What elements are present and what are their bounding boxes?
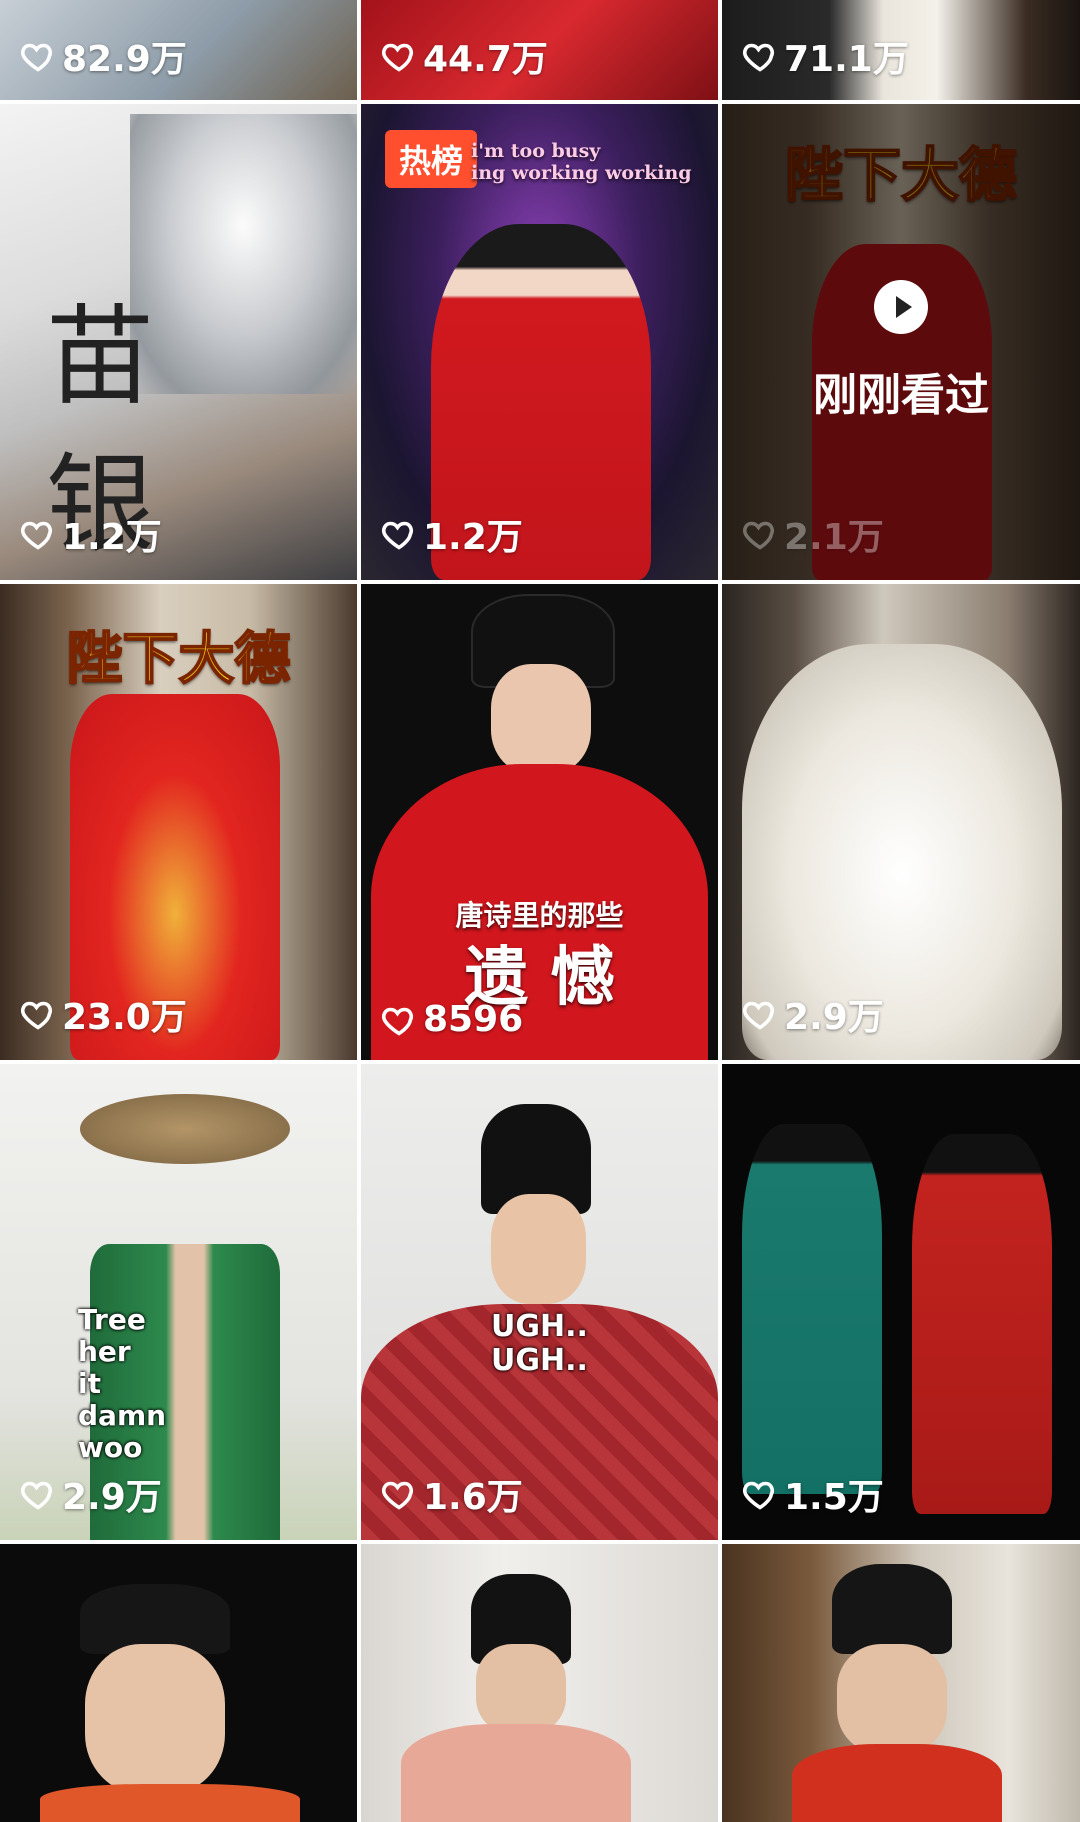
video-tile[interactable]: 唐诗里的那些 遗 憾 8596 [361,584,718,1060]
video-tile[interactable]: 44.7万 [361,0,718,100]
heart-icon [381,43,414,72]
heart-icon [381,1007,414,1036]
heart-icon [381,521,414,550]
video-tile[interactable] [361,1544,718,1822]
black-hat [832,1564,952,1654]
face [85,1644,225,1794]
heart-icon [381,1481,414,1510]
face [491,664,591,774]
video-caption: UGH.. UGH.. [491,1309,588,1378]
heart-icon [742,1001,775,1030]
video-tile[interactable]: 陛下大德 23.0万 [0,584,357,1060]
orange-robe [40,1784,300,1822]
video-tile[interactable]: Tree her it damn woo 2.9万 [0,1064,357,1540]
heart-icon [20,1001,53,1030]
pink-robe [401,1724,631,1822]
face [491,1194,586,1304]
teal-robe-figure [742,1124,882,1494]
face [476,1644,566,1734]
heart-icon [742,1481,775,1510]
video-caption: 陛下大德 [66,626,292,693]
heart-icon [742,521,775,550]
like-count: 82.9万 [20,30,187,82]
red-robe-figure [912,1134,1052,1514]
heart-icon [20,1481,53,1510]
video-tile[interactable]: UGH.. UGH.. 1.6万 [361,1064,718,1540]
like-count: 2.9万 [742,988,884,1040]
hot-list-badge: 热榜 [385,130,478,188]
like-count: 1.6万 [381,1468,523,1520]
like-count: 2.9万 [20,1468,162,1520]
recently-watched-label: 刚刚看过 [813,370,989,421]
heart-icon [20,521,53,550]
like-count: 44.7万 [381,30,548,82]
silver-headdress [130,114,357,394]
like-count: 2.1万 [742,508,884,560]
video-tile[interactable]: 陛下大德 刚刚看过 2.1万 [722,104,1080,580]
like-count: 1.5万 [742,1468,884,1520]
video-tile[interactable] [722,1544,1080,1822]
video-caption: i'm too busy ing working working [471,140,692,184]
heart-icon [742,43,775,72]
straw-hat [80,1094,290,1164]
video-tile[interactable]: 苗 银 1.2万 [0,104,357,580]
like-count: 8596 [381,999,523,1040]
like-count: 23.0万 [20,988,187,1040]
like-count: 71.1万 [742,30,909,82]
video-tile[interactable]: 热榜 i'm too busy ing working working 1.2万 [361,104,718,580]
play-icon[interactable] [874,280,928,334]
video-tile[interactable] [0,1544,357,1822]
video-tile[interactable]: 2.9万 [722,584,1080,1060]
red-robe [792,1744,1002,1822]
video-caption: Tree her it damn woo [78,1303,167,1464]
video-tile[interactable]: 82.9万 [0,0,357,100]
video-tile[interactable]: 71.1万 [722,0,1080,100]
like-count: 1.2万 [20,508,162,560]
video-tile[interactable]: 1.5万 [722,1064,1080,1540]
like-count: 1.2万 [381,508,523,560]
heart-icon [20,43,53,72]
face [837,1644,947,1754]
